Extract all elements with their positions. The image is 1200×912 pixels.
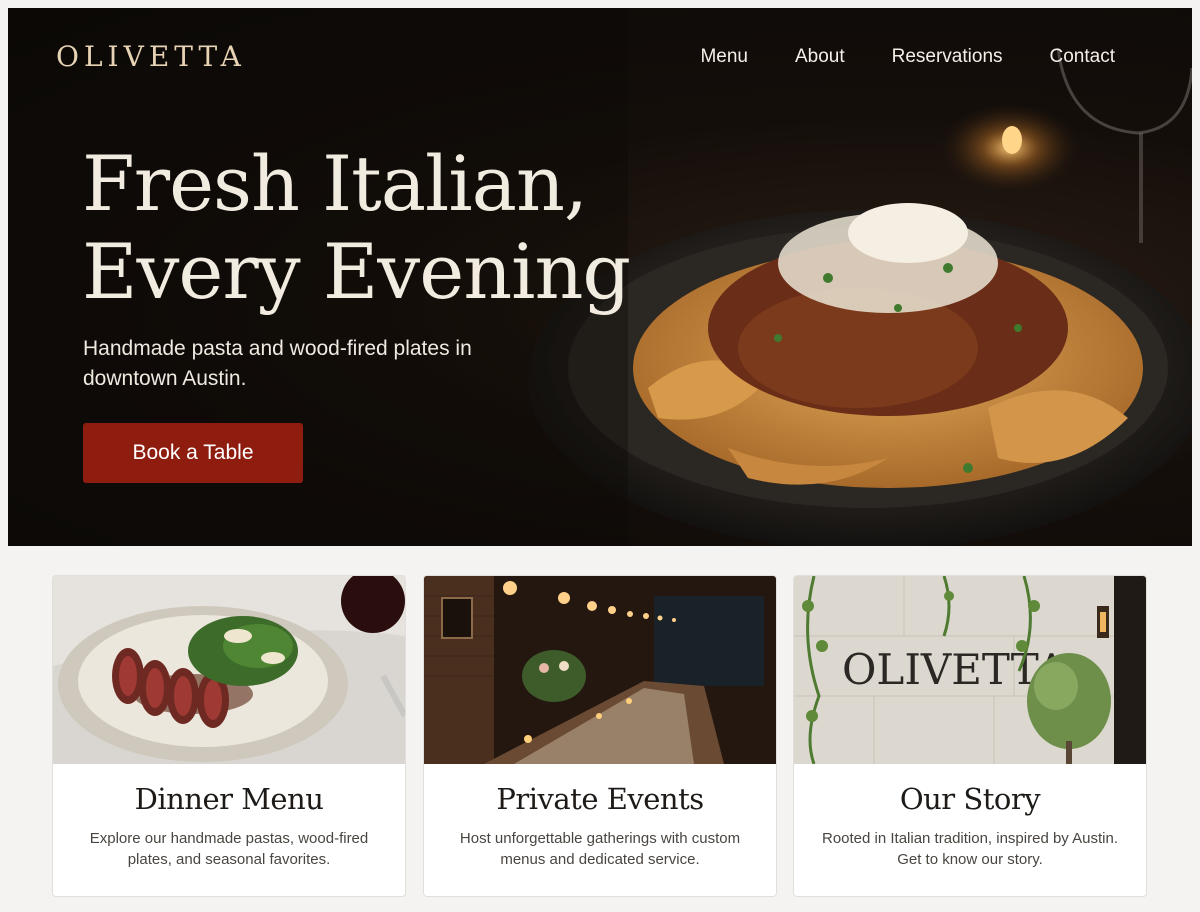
nav-link-about[interactable]: About — [795, 46, 845, 68]
card-title: Private Events — [496, 782, 704, 816]
hero-subtitle: Handmade pasta and wood-fired plates in … — [83, 337, 472, 390]
brand-logo[interactable]: OLIVETTA — [56, 40, 246, 73]
nav-link-reservations[interactable]: Reservations — [892, 46, 1003, 68]
hero-title-line-2: Every Evening — [82, 227, 631, 316]
steak-salad-photo — [53, 576, 405, 764]
main-nav: Menu About Reservations Contact — [700, 46, 1115, 68]
card-description: Host unforgettable gatherings with custo… — [459, 830, 741, 868]
storefront-photo: OLIVETTA — [794, 576, 1146, 764]
book-a-table-button[interactable]: Book a Table — [83, 423, 303, 483]
nav-link-contact[interactable]: Contact — [1050, 46, 1115, 68]
card-private-events[interactable]: Private Events Host unforgettable gather… — [423, 575, 777, 897]
card-dinner-menu[interactable]: Dinner Menu Explore our handmade pastas,… — [52, 575, 406, 897]
nav-link-menu[interactable]: Menu — [700, 46, 748, 68]
card-title: Dinner Menu — [134, 782, 324, 816]
card-our-story[interactable]: OLIVETTA Our Story Rooted in Italian tra… — [793, 575, 1147, 897]
card-title: Our Story — [899, 782, 1041, 816]
hero-title-line-1: Fresh Italian, — [82, 139, 588, 228]
dining-room-photo — [424, 576, 776, 764]
card-description: Rooted in Italian tradition, inspired by… — [821, 830, 1118, 868]
hero-title: Fresh Italian, Every Evening — [82, 139, 631, 316]
hero-section: OLIVETTA Menu About Reservations Contact… — [8, 8, 1192, 546]
card-description: Explore our handmade pastas, wood-fired … — [89, 830, 369, 868]
